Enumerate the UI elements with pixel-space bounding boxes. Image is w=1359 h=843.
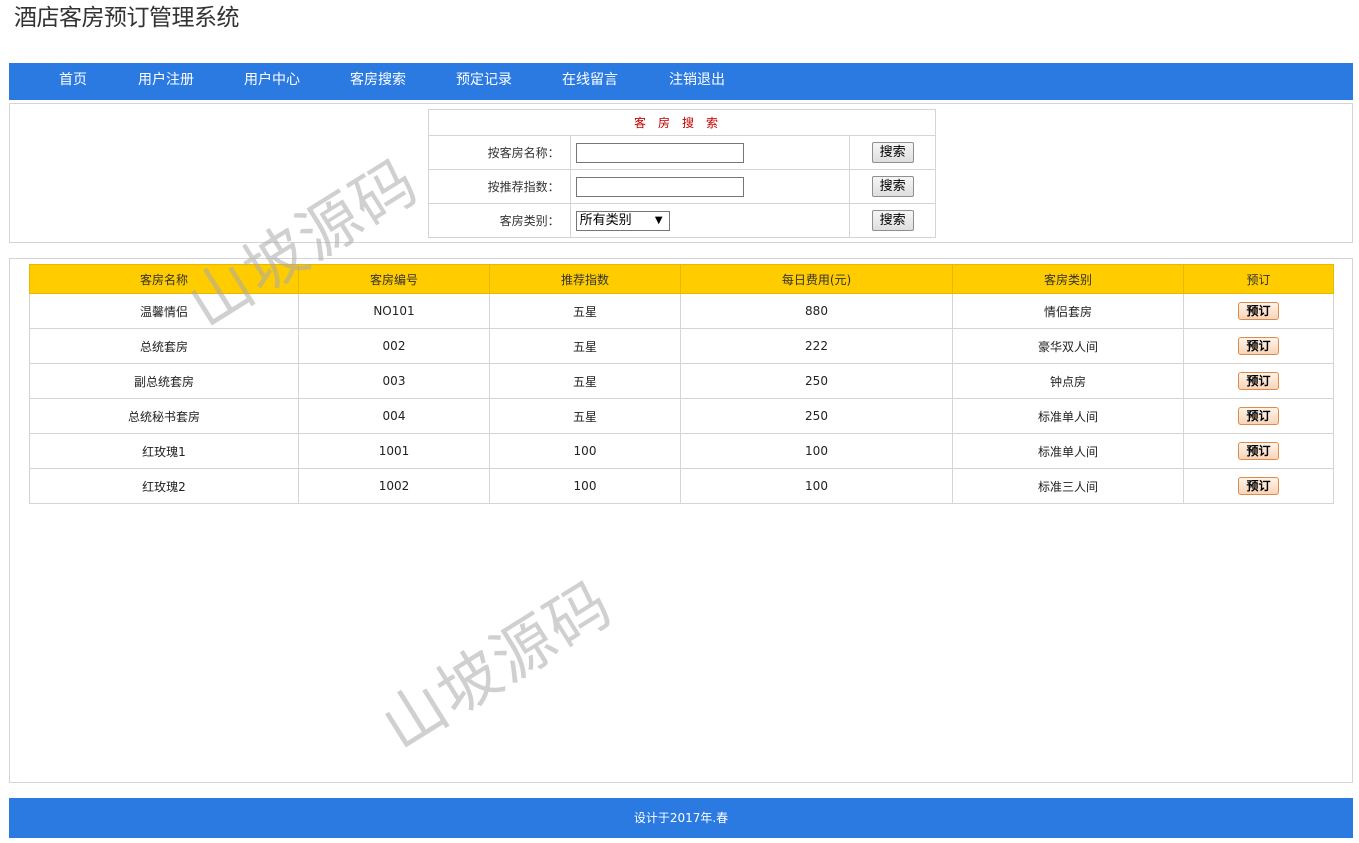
- room-name-cell: 副总统套房: [29, 363, 299, 399]
- rating-cell: 五星: [489, 293, 681, 329]
- search-name-input[interactable]: [575, 142, 744, 163]
- table-row: 红玫瑰2 1002 100 100 标准三人间 预订: [29, 468, 1334, 504]
- room-name-cell: 总统秘书套房: [29, 398, 299, 434]
- table-header-row: 客房名称 客房编号 推荐指数 每日费用(元) 客房类别 预订: [29, 264, 1334, 294]
- room-type-select[interactable]: 所有类别 ▼: [575, 210, 670, 231]
- search-name-label: 按客房名称：: [428, 135, 571, 170]
- room-name-cell: 红玫瑰2: [29, 468, 299, 504]
- book-button[interactable]: 预订: [1238, 337, 1279, 355]
- room-type-selected: 所有类别: [579, 212, 632, 228]
- room-code-cell: 1002: [298, 468, 490, 504]
- table-row: 红玫瑰1 1001 100 100 标准单人间 预订: [29, 433, 1334, 469]
- search-type-label: 客房类别：: [428, 203, 571, 238]
- nav-logout[interactable]: 注销退出: [669, 63, 725, 100]
- rating-cell: 五星: [489, 363, 681, 399]
- main-nav: 首页 用户注册 用户中心 客房搜索 预定记录 在线留言 注销退出: [9, 63, 1353, 100]
- search-rating-label: 按推荐指数：: [428, 169, 571, 204]
- price-cell: 222: [680, 328, 953, 364]
- search-form: 客房搜索 按客房名称： 搜索 按推荐指数： 搜索 客房类别： 所有类别 ▼ 搜索: [428, 109, 936, 238]
- room-code-cell: NO101: [298, 293, 490, 329]
- price-cell: 880: [680, 293, 953, 329]
- rating-cell: 五星: [489, 398, 681, 434]
- search-type-button[interactable]: 搜索: [871, 210, 914, 231]
- col-room-name: 客房名称: [29, 264, 299, 294]
- col-book: 预订: [1183, 264, 1334, 294]
- nav-user-center[interactable]: 用户中心: [244, 63, 300, 100]
- room-code-cell: 003: [298, 363, 490, 399]
- room-type-cell: 标准三人间: [952, 468, 1184, 504]
- book-button[interactable]: 预订: [1238, 477, 1279, 495]
- room-type-cell: 标准单人间: [952, 433, 1184, 469]
- col-room-code: 客房编号: [298, 264, 490, 294]
- room-type-cell: 标准单人间: [952, 398, 1184, 434]
- nav-register[interactable]: 用户注册: [138, 63, 194, 100]
- room-type-cell: 钟点房: [952, 363, 1184, 399]
- col-daily-price: 每日费用(元): [680, 264, 953, 294]
- table-row: 总统秘书套房 004 五星 250 标准单人间 预订: [29, 398, 1334, 434]
- col-rating: 推荐指数: [489, 264, 681, 294]
- price-cell: 250: [680, 398, 953, 434]
- price-cell: 100: [680, 433, 953, 469]
- room-code-cell: 004: [298, 398, 490, 434]
- search-rating-input[interactable]: [575, 176, 744, 197]
- nav-home[interactable]: 首页: [59, 63, 87, 100]
- table-row: 副总统套房 003 五星 250 钟点房 预订: [29, 363, 1334, 399]
- col-room-type: 客房类别: [952, 264, 1184, 294]
- rating-cell: 100: [489, 468, 681, 504]
- nav-room-search[interactable]: 客房搜索: [350, 63, 406, 100]
- footer: 设计于2017年.春: [9, 798, 1353, 838]
- room-name-cell: 温馨情侣: [29, 293, 299, 329]
- book-button[interactable]: 预订: [1238, 442, 1279, 460]
- book-button[interactable]: 预订: [1238, 302, 1279, 320]
- room-code-cell: 1001: [298, 433, 490, 469]
- room-type-cell: 豪华双人间: [952, 328, 1184, 364]
- room-list-panel: 客房名称 客房编号 推荐指数 每日费用(元) 客房类别 预订 温馨情侣 NO101…: [9, 258, 1353, 783]
- table-row: 温馨情侣 NO101 五星 880 情侣套房 预订: [29, 293, 1334, 329]
- room-type-cell: 情侣套房: [952, 293, 1184, 329]
- room-table: 客房名称 客房编号 推荐指数 每日费用(元) 客房类别 预订 温馨情侣 NO101…: [29, 264, 1334, 504]
- rating-cell: 五星: [489, 328, 681, 364]
- book-button[interactable]: 预订: [1238, 407, 1279, 425]
- table-row: 总统套房 002 五星 222 豪华双人间 预订: [29, 328, 1334, 364]
- site-title: 酒店客房预订管理系统: [14, 5, 240, 31]
- price-cell: 250: [680, 363, 953, 399]
- room-name-cell: 红玫瑰1: [29, 433, 299, 469]
- search-rating-button[interactable]: 搜索: [871, 176, 914, 197]
- room-name-cell: 总统套房: [29, 328, 299, 364]
- nav-messages[interactable]: 在线留言: [562, 63, 618, 100]
- room-code-cell: 002: [298, 328, 490, 364]
- book-button[interactable]: 预订: [1238, 372, 1279, 390]
- search-caption: 客房搜索: [428, 109, 936, 136]
- rating-cell: 100: [489, 433, 681, 469]
- price-cell: 100: [680, 468, 953, 504]
- dropdown-arrow-icon: ▼: [654, 214, 663, 226]
- nav-booking-records[interactable]: 预定记录: [456, 63, 512, 100]
- search-name-button[interactable]: 搜索: [871, 142, 914, 163]
- search-panel: 客房搜索 按客房名称： 搜索 按推荐指数： 搜索 客房类别： 所有类别 ▼ 搜索: [9, 103, 1353, 243]
